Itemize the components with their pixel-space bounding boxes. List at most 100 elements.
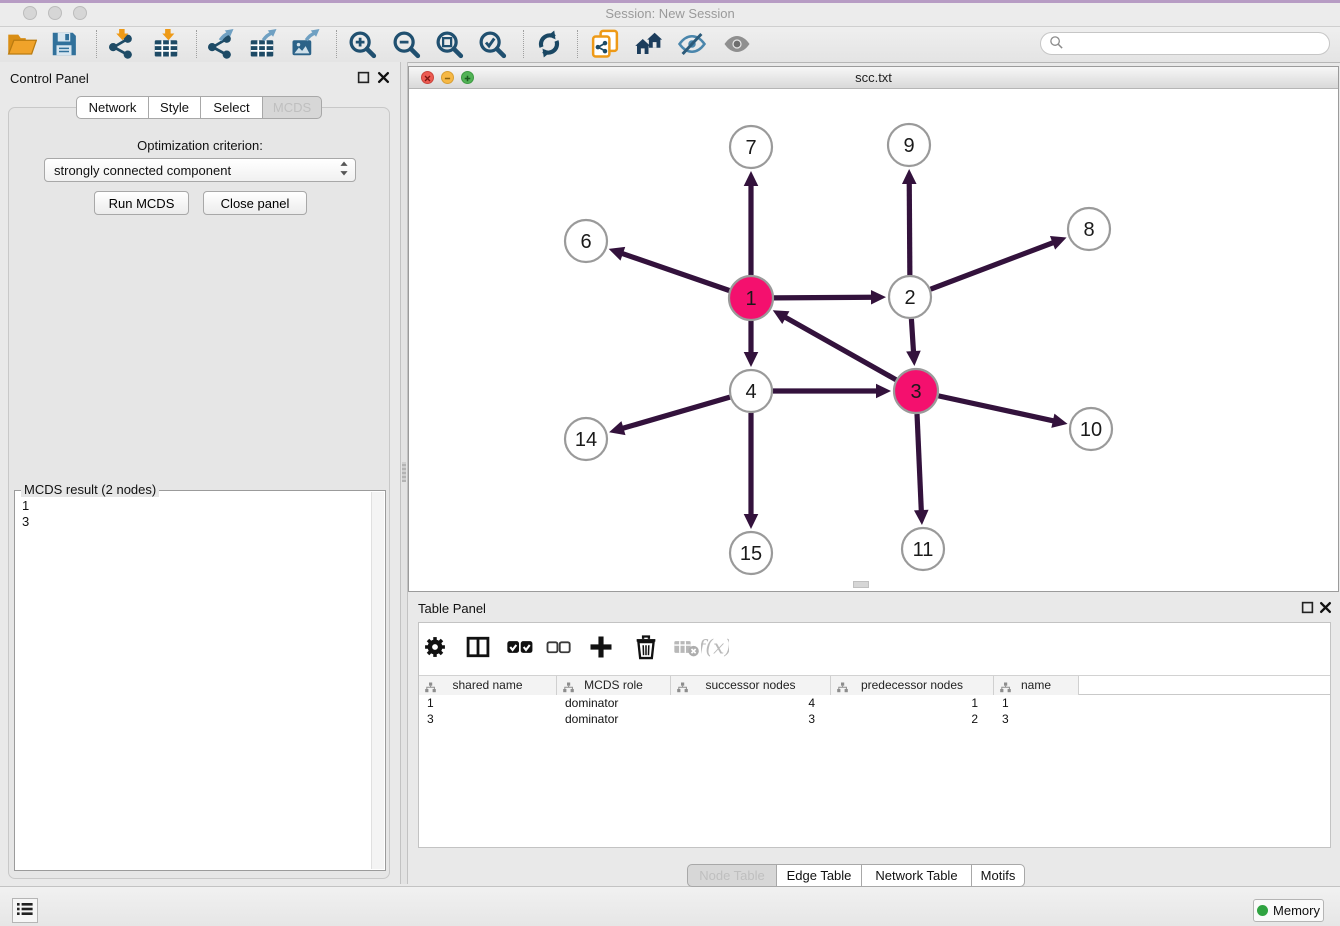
graph-node-4[interactable]: 4 [730,370,772,412]
table-cell[interactable]: 1 [419,695,557,711]
table-row[interactable]: 1dominator411 [419,695,1330,711]
table-panel-float-icon[interactable] [1301,601,1314,614]
export-network-icon[interactable] [204,29,234,59]
zoom-selected-icon[interactable] [477,29,507,59]
function-builder-icon: f(x) [701,633,729,661]
graph-edge-3-10[interactable] [938,396,1067,428]
graph-node-8[interactable]: 8 [1068,208,1110,250]
tab-network[interactable]: Network [76,96,149,119]
table-cell[interactable]: dominator [557,695,671,711]
zoom-fit-icon[interactable] [434,29,464,59]
memory-button[interactable]: Memory [1253,899,1324,922]
save-session-icon[interactable] [49,29,79,59]
settings-gear-icon[interactable] [421,633,449,661]
deselect-all-checks-icon[interactable] [544,633,572,661]
svg-text:10: 10 [1080,419,1102,441]
close-panel-button[interactable]: Close panel [203,191,307,215]
show-column-icon[interactable] [464,633,492,661]
network-canvas[interactable]: 7 9 6 8 1 2 4 3 14 10 15 11 [409,89,1338,592]
graph-node-1[interactable]: 1 [729,276,773,320]
toolbar-separator [336,30,337,58]
clone-network-icon[interactable] [590,29,620,59]
table-cell[interactable]: 1 [831,695,994,711]
tab-network-table[interactable]: Network Table [861,864,972,887]
search-box[interactable] [1040,32,1330,55]
graph-node-15[interactable]: 15 [730,532,772,574]
tab-node-table[interactable]: Node Table [687,864,777,887]
table-panel-title: Table Panel [418,601,486,616]
export-image-icon[interactable] [290,29,320,59]
graph-edge-1-2[interactable] [774,290,886,305]
window-resize-grip[interactable] [853,581,869,588]
graph-edge-3-1[interactable] [773,310,896,379]
result-scrollbar[interactable] [371,492,384,869]
graph-node-7[interactable]: 7 [730,126,772,168]
table-row[interactable]: 3dominator323 [419,711,1330,727]
import-table-icon[interactable] [151,29,181,59]
show-details-icon[interactable] [722,29,752,59]
splitter-grip-icon[interactable] [402,462,406,482]
column-header-MCDS-role[interactable]: MCDS role [557,676,671,695]
graph-edge-1-7[interactable] [744,171,759,275]
graph-node-6[interactable]: 6 [565,220,607,262]
panel-splitter[interactable] [400,62,408,884]
graph-node-9[interactable]: 9 [888,124,930,166]
apply-layout-icon[interactable] [534,29,564,59]
column-header-predecessor-nodes[interactable]: predecessor nodes [831,676,994,695]
select-all-checks-icon[interactable] [505,633,533,661]
delete-row-icon[interactable] [632,633,660,661]
table-cell[interactable]: 3 [994,711,1079,727]
tab-style[interactable]: Style [148,96,201,119]
table-tabs: Node TableEdge TableNetwork TableMotifs [687,864,1025,887]
control-panel-float-icon[interactable] [357,71,370,84]
tab-edge-table[interactable]: Edge Table [776,864,862,887]
mcds-result-item[interactable]: 1 [22,498,29,514]
graph-node-10[interactable]: 10 [1070,408,1112,450]
network-window-titlebar[interactable]: scc.txt [409,67,1338,89]
zoom-in-icon[interactable] [347,29,377,59]
table-cell[interactable]: 3 [671,711,831,727]
graph-node-2[interactable]: 2 [889,276,931,318]
column-header-name[interactable]: name [994,676,1079,695]
import-network-icon[interactable] [105,29,135,59]
add-row-icon[interactable] [587,633,615,661]
tab-select[interactable]: Select [200,96,263,119]
task-history-button[interactable] [12,898,38,923]
graph-edge-4-15[interactable] [744,413,759,529]
table-cell[interactable]: 4 [671,695,831,711]
graph-edge-4-3[interactable] [773,384,891,399]
search-input[interactable] [1068,36,1329,52]
graph-edge-1-4[interactable] [744,321,759,367]
graph-node-3[interactable]: 3 [894,369,938,413]
column-header-shared-name[interactable]: shared name [419,676,557,695]
graph-edge-2-9[interactable] [902,169,917,275]
svg-text:2: 2 [904,287,915,309]
table-panel-close-icon[interactable] [1319,601,1332,614]
graph-edge-2-8[interactable] [931,236,1067,289]
graph-node-14[interactable]: 14 [565,418,607,460]
control-panel-tabs: NetworkStyleSelectMCDS [76,96,322,119]
graph-edge-2-3[interactable] [906,319,921,366]
open-file-icon[interactable] [7,29,37,59]
run-mcds-button[interactable]: Run MCDS [94,191,189,215]
graph-edge-4-14[interactable] [609,397,730,435]
control-panel-close-icon[interactable] [377,71,390,84]
export-table-icon[interactable] [247,29,277,59]
tab-motifs[interactable]: Motifs [971,864,1025,887]
hide-details-icon[interactable] [677,29,707,59]
svg-text:1: 1 [745,288,756,310]
tab-mcds[interactable]: MCDS [262,96,322,119]
first-neighbors-icon[interactable] [634,29,664,59]
graph-node-11[interactable]: 11 [902,528,944,570]
table-cell[interactable]: 2 [831,711,994,727]
graph-edge-1-6[interactable] [609,247,730,291]
column-header-successor-nodes[interactable]: successor nodes [671,676,831,695]
status-bar: Memory [0,886,1340,926]
mcds-result-item[interactable]: 3 [22,514,29,530]
graph-edge-3-11[interactable] [914,414,929,525]
table-cell[interactable]: 3 [419,711,557,727]
table-cell[interactable]: 1 [994,695,1079,711]
zoom-out-icon[interactable] [391,29,421,59]
table-cell[interactable]: dominator [557,711,671,727]
criterion-dropdown[interactable]: strongly connected component [44,158,356,182]
